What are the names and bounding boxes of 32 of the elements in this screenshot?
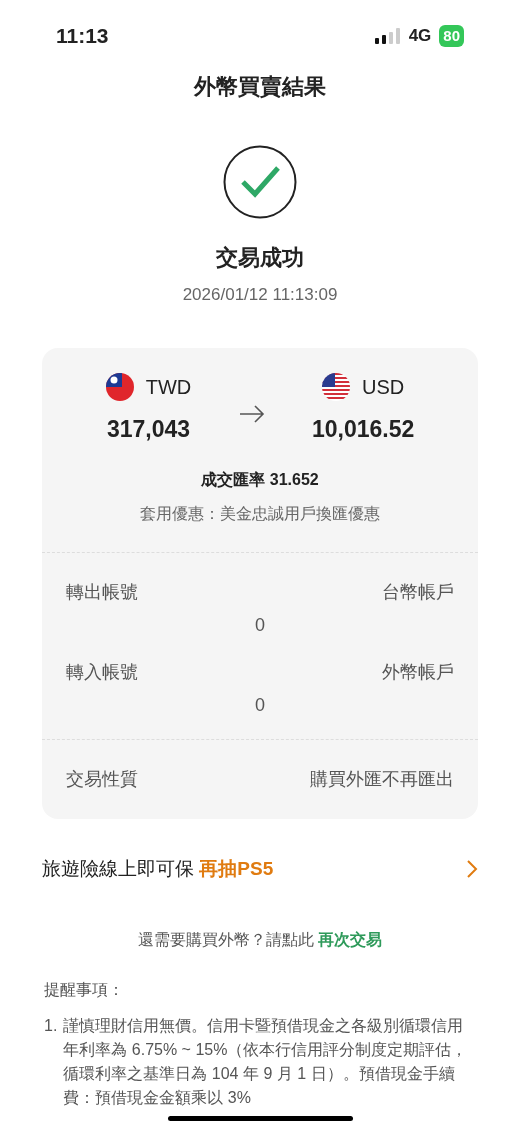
signal-icon <box>374 28 401 44</box>
nature-value: 購買外匯不再匯出 <box>310 768 454 791</box>
success-check-icon <box>223 145 297 219</box>
account-number: 0 <box>255 694 265 717</box>
account-value: 台幣帳戶 <box>382 581 454 604</box>
note-text: 謹慎理財信用無價。信用卡暨預借現金之各級別循環信用年利率為 6.75% ~ 15%（依本行信用評分制度定期評估，循環利率之基準日為 104 年 9 月 1 日）。預借現金手續費：預借現金金額乘以 3% <box>63 1015 469 1108</box>
currency-amount: 317,043 <box>106 414 191 444</box>
flag-icon <box>322 372 351 401</box>
battery-indicator: 80 <box>439 25 464 47</box>
page-title: 外幣買賣結果 <box>194 73 326 101</box>
promo-banner[interactable]: 旅遊險線上即可保 再抽PS5 <box>42 855 478 884</box>
exchange-rate: 成交匯率 31.652 <box>201 470 319 490</box>
nature-label: 交易性質 <box>66 768 138 791</box>
promo-applied: 套用優惠：美金忠誠用戶換匯優惠 <box>140 504 380 524</box>
result-title: 交易成功 <box>216 244 304 272</box>
arrow-icon <box>238 404 265 423</box>
status-time: 11:13 <box>56 23 109 50</box>
account-label: 轉入帳號 <box>66 661 138 684</box>
chevron-right-icon <box>466 859 478 880</box>
flag-icon <box>105 372 134 401</box>
currency-code: USD <box>362 374 405 400</box>
notes-title: 提醒事項： <box>44 979 125 1000</box>
again-prompt: 還需要購買外幣？請點此 <box>138 929 314 950</box>
account-number: 0 <box>255 614 265 637</box>
again-link[interactable]: 再次交易 <box>318 927 382 952</box>
network-label: 4G <box>408 25 432 48</box>
note-number: 1. <box>44 1015 58 1036</box>
currency-code: TWD <box>145 374 192 400</box>
account-label: 轉出帳號 <box>66 581 138 604</box>
currency-amount: 10,016.52 <box>312 414 415 444</box>
account-value: 外幣帳戶 <box>382 661 454 684</box>
result-timestamp: 2026/01/12 11:13:09 <box>182 284 338 306</box>
